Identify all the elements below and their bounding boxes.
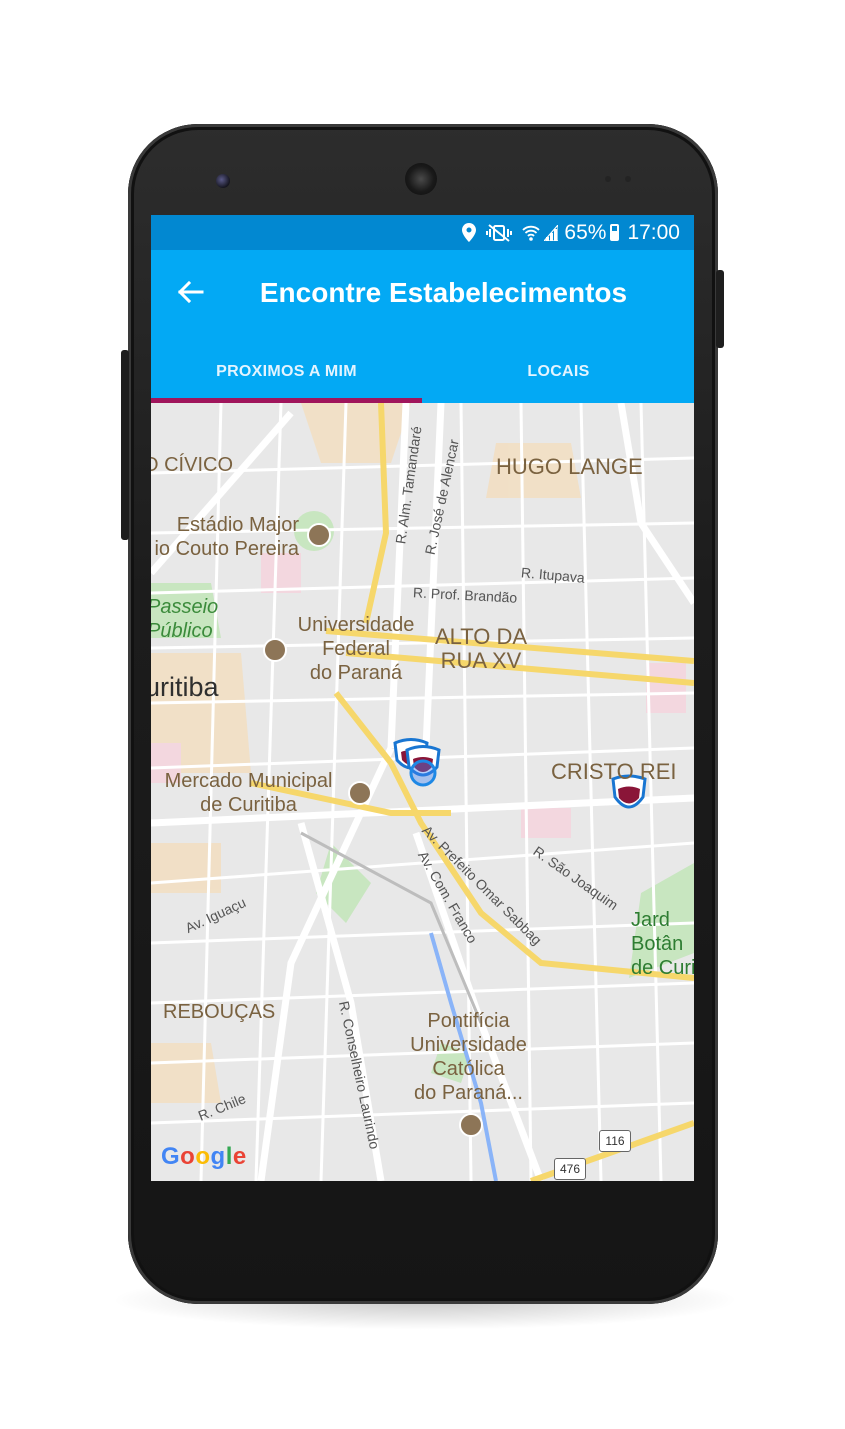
tab-proximos-a-mim[interactable]: PROXIMOS A MIM <box>151 363 422 381</box>
stadium-icon[interactable] <box>307 523 331 547</box>
market-icon[interactable] <box>348 781 372 805</box>
university-icon[interactable] <box>459 1113 483 1137</box>
proximity-sensor <box>605 176 611 182</box>
status-bar: 65% 17:00 <box>151 215 694 250</box>
wifi-icon <box>522 225 541 241</box>
google-logo: Google <box>161 1143 247 1170</box>
label-alto-da-rua-xv: ALTO DA RUA XV <box>434 624 528 673</box>
label-hugo-lange: HUGO LANGE <box>496 454 643 479</box>
label-civico: O CÍVICO <box>151 454 234 476</box>
earpiece-speaker <box>405 163 437 195</box>
tab-locais[interactable]: LOCAIS <box>423 363 694 381</box>
page-title: Encontre Estabelecimentos <box>259 277 628 308</box>
map-view[interactable]: O CÍVICO HUGO LANGE Estádio Major io Cou… <box>151 403 694 1181</box>
front-camera <box>216 174 230 188</box>
app-bar: Encontre Estabelecimentos PROXIMOS A MIM… <box>151 250 694 403</box>
label-passeio: Passeio Público <box>151 596 219 642</box>
battery-percent: 65% <box>564 220 607 244</box>
power-button <box>716 270 724 348</box>
location-icon <box>462 223 477 242</box>
label-reboucas: REBOUÇAS <box>163 1001 276 1023</box>
label-pontificia: Pontifícia Universidade Católica do Para… <box>410 1010 527 1104</box>
clock: 17:00 <box>627 220 680 244</box>
label-mercado: Mercado Municipal de Curitiba <box>164 770 333 816</box>
label-universidade: Universidade Federal do Paraná <box>297 614 415 684</box>
battery-icon <box>610 224 620 241</box>
university-icon[interactable] <box>263 638 287 662</box>
user-location-dot <box>409 759 437 787</box>
label-jardim-botanico: Jard Botân de Curi <box>631 909 694 979</box>
vibrate-mute-icon <box>486 223 513 242</box>
screen: 65% 17:00 Encontre Estabelecimentos PROX… <box>151 215 694 1181</box>
light-sensor <box>625 176 631 182</box>
volume-button <box>121 350 129 540</box>
label-city: uritiba <box>151 672 219 702</box>
back-arrow-icon[interactable] <box>173 275 207 309</box>
signal-icon <box>544 224 559 241</box>
route-shield-476: 476 <box>554 1158 586 1180</box>
label-cristo-rei: CRISTO REI <box>551 759 677 784</box>
label-estadio: Estádio Major io Couto Pereira <box>154 514 299 560</box>
route-shield-116: 116 <box>599 1130 631 1152</box>
